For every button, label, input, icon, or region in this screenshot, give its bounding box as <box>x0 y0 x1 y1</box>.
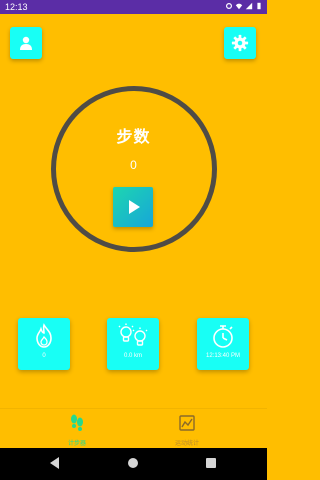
time-card: 12:13:40 PM <box>197 318 249 370</box>
profile-button[interactable] <box>10 27 42 59</box>
wifi-icon <box>235 3 243 10</box>
play-icon <box>129 200 140 214</box>
signal-icon <box>245 2 253 10</box>
nav-item-statistics[interactable]: 运动统计 <box>157 414 217 447</box>
person-icon <box>20 36 32 50</box>
stopwatch-icon <box>213 325 233 348</box>
nav-label-pedometer: 计步器 <box>67 441 86 447</box>
settings-button[interactable] <box>224 27 256 59</box>
calories-value: 0 <box>42 353 46 359</box>
status-time: 12:13 <box>5 2 28 12</box>
status-icons <box>225 2 263 10</box>
battery-icon <box>257 2 261 10</box>
home-icon[interactable] <box>128 458 138 468</box>
nav-item-pedometer[interactable]: 计步器 <box>47 414 107 447</box>
steps-label: 步数 <box>116 129 151 146</box>
bottom-navigation: 计步器 运动统计 <box>0 408 267 449</box>
steps-count: 0 <box>130 158 137 172</box>
chart-icon <box>179 415 195 431</box>
gear-icon <box>231 34 249 52</box>
distance-card: 0.0 km <box>107 318 159 370</box>
time-value: 12:13:40 PM <box>205 353 241 359</box>
recent-apps-icon[interactable] <box>206 458 216 468</box>
distance-value: 0.0 km <box>123 353 142 359</box>
system-navigation-bar <box>0 448 267 480</box>
flame-icon <box>36 323 52 348</box>
settings-gear-icon <box>226 2 232 9</box>
bulb-icon <box>118 323 148 346</box>
status-bar: 12:13 <box>0 0 267 14</box>
calories-card: 0 <box>18 318 70 370</box>
back-icon[interactable] <box>50 457 59 469</box>
footprints-icon <box>71 414 83 431</box>
start-button[interactable] <box>113 187 153 227</box>
nav-label-statistics: 运动统计 <box>174 441 199 447</box>
